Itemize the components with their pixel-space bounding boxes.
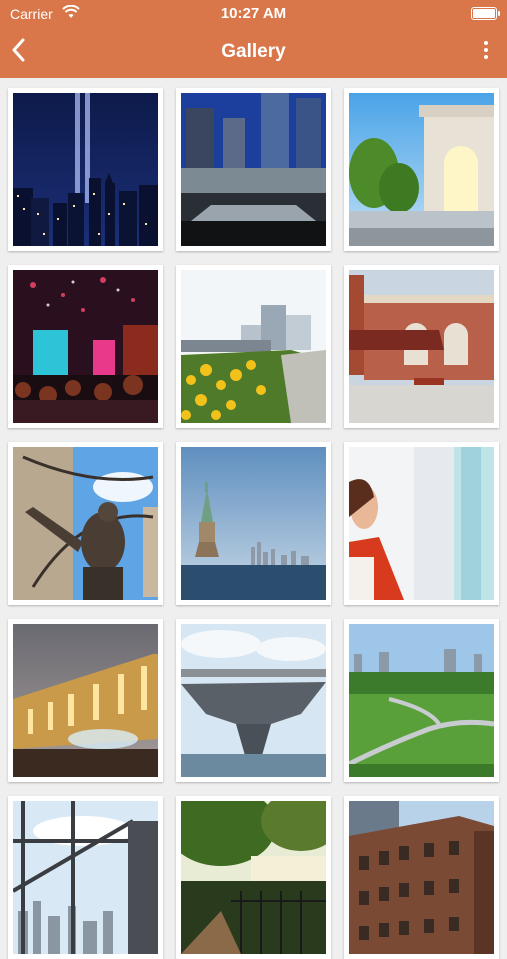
- photo-thumbnail[interactable]: [176, 265, 331, 428]
- battery-icon: [471, 7, 500, 20]
- photo-image: [13, 93, 158, 246]
- navigation-bar: Carrier 10:27 AM Gallery: [0, 0, 507, 78]
- photo-thumbnail[interactable]: [8, 88, 163, 251]
- photo-image: [181, 93, 326, 246]
- status-bar: Carrier 10:27 AM: [0, 0, 507, 28]
- photo-image: [349, 270, 494, 423]
- photo-image: [349, 801, 494, 954]
- clock: 10:27 AM: [220, 5, 287, 22]
- photo-thumbnail[interactable]: [176, 796, 331, 959]
- photo-thumbnail[interactable]: [344, 796, 499, 959]
- photo-thumbnail[interactable]: [344, 265, 499, 428]
- photo-thumbnail[interactable]: [344, 442, 499, 605]
- photo-thumbnail[interactable]: [344, 88, 499, 251]
- photo-image: [13, 801, 158, 954]
- photo-image: [13, 624, 158, 777]
- photo-thumbnail[interactable]: [176, 619, 331, 782]
- photo-grid: [8, 88, 499, 959]
- photo-image: [13, 447, 158, 600]
- photo-thumbnail[interactable]: [8, 619, 163, 782]
- page-title: Gallery: [221, 41, 286, 62]
- more-options-icon[interactable]: [481, 38, 491, 66]
- photo-image: [13, 270, 158, 423]
- photo-image: [349, 93, 494, 246]
- photo-image: [181, 624, 326, 777]
- photo-thumbnail[interactable]: [176, 442, 331, 605]
- photo-image: [181, 270, 326, 423]
- photo-image: [349, 447, 494, 600]
- photo-thumbnail[interactable]: [8, 442, 163, 605]
- photo-thumbnail[interactable]: [344, 619, 499, 782]
- photo-thumbnail[interactable]: [176, 88, 331, 251]
- photo-thumbnail[interactable]: [8, 796, 163, 959]
- photo-image: [181, 447, 326, 600]
- photo-thumbnail[interactable]: [8, 265, 163, 428]
- photo-image: [349, 624, 494, 777]
- photo-image: [181, 801, 326, 954]
